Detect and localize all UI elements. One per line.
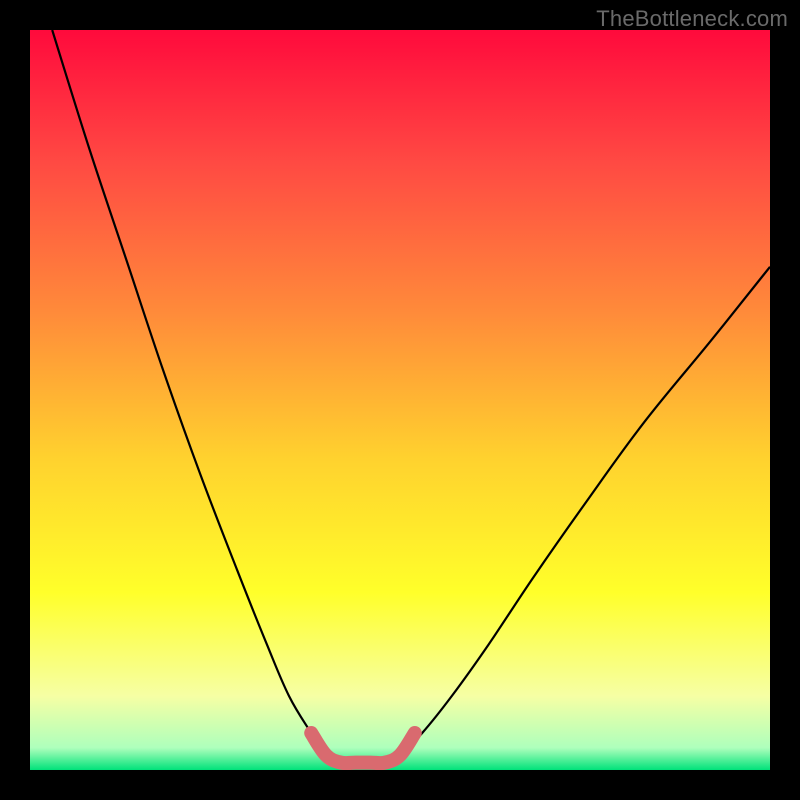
watermark: TheBottleneck.com (596, 6, 788, 32)
gradient-background (30, 30, 770, 770)
bottleneck-chart (30, 30, 770, 770)
chart-frame (30, 30, 770, 770)
